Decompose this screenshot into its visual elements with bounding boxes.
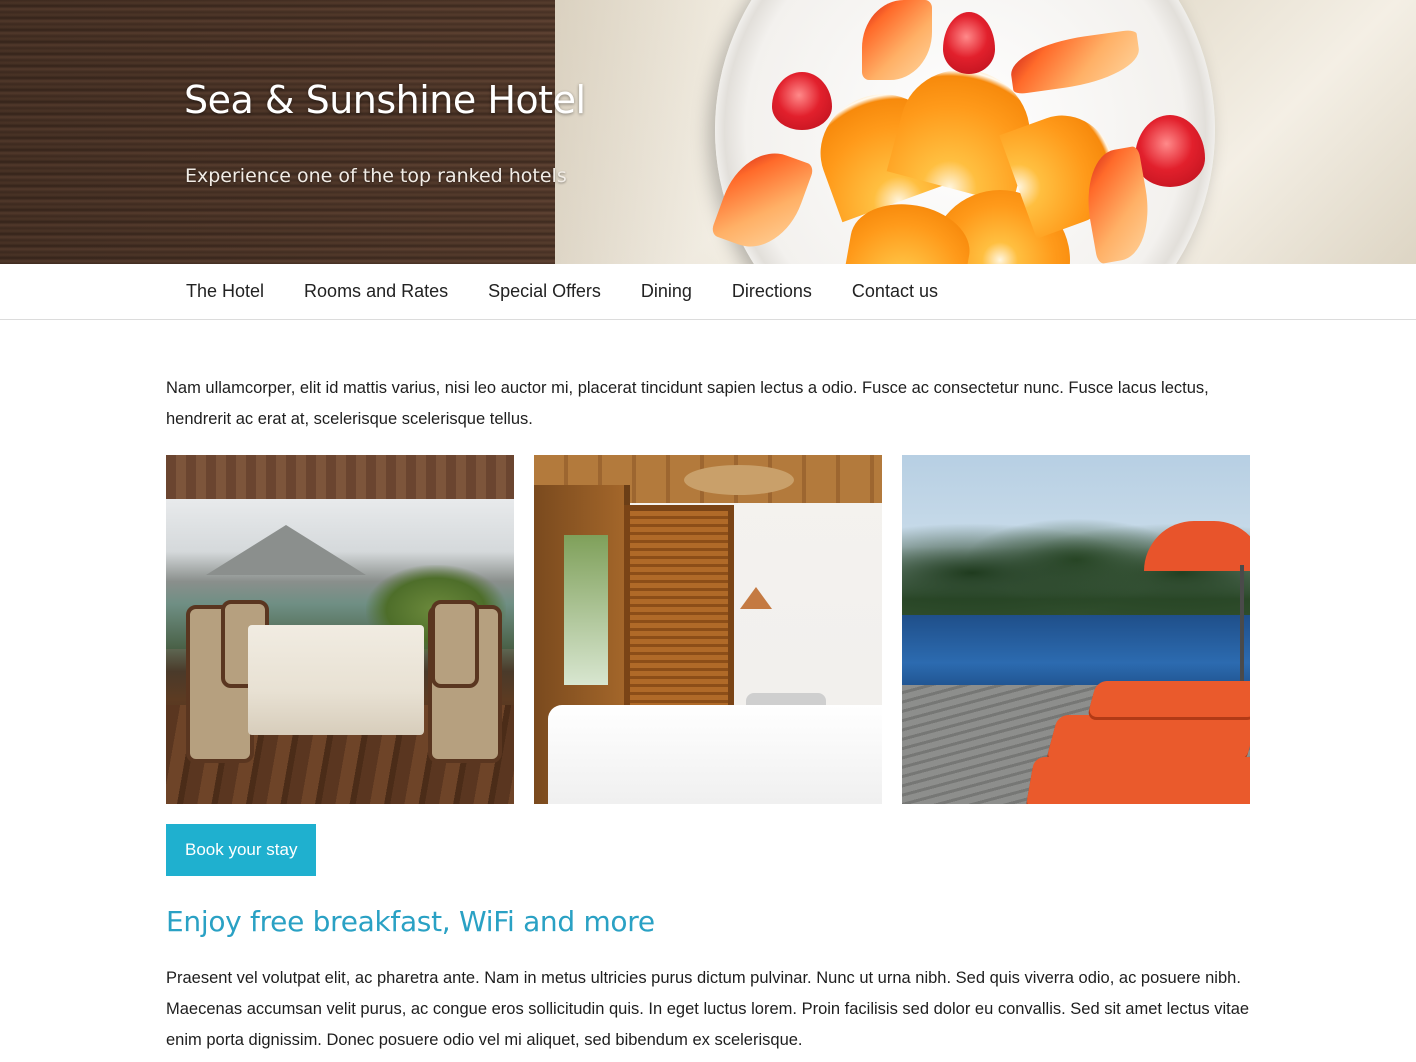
- window-blind: [166, 455, 514, 499]
- nav-item-directions[interactable]: Directions: [712, 264, 832, 319]
- sun-lounger: [1045, 715, 1250, 761]
- nav-item-special-offers[interactable]: Special Offers: [468, 264, 621, 319]
- wall-lamp: [740, 587, 772, 609]
- ceiling-fan: [684, 465, 794, 495]
- bed: [548, 705, 882, 804]
- nav-item-contact-us[interactable]: Contact us: [832, 264, 958, 319]
- main-content: Nam ullamcorper, elit id mattis varius, …: [0, 373, 1416, 1056]
- nav-item-the-hotel[interactable]: The Hotel: [166, 264, 284, 319]
- bedroom-photo: [534, 455, 882, 804]
- hero-banner: Sea & Sunshine Hotel Experience one of t…: [0, 0, 1416, 264]
- book-your-stay-button[interactable]: Book your stay: [166, 824, 317, 876]
- parasol-pole: [1240, 565, 1244, 685]
- section-heading: Enjoy free breakfast, WiFi and more: [166, 905, 655, 938]
- door-glass: [564, 535, 608, 685]
- body-paragraph: Praesent vel volutpat elit, ac pharetra …: [166, 969, 1250, 1049]
- photo-gallery: [166, 455, 1250, 804]
- chair: [431, 600, 479, 688]
- main-navigation: The Hotel Rooms and Rates Special Offers…: [0, 264, 1416, 320]
- site-title: Sea & Sunshine Hotel: [184, 78, 586, 122]
- nav-item-rooms-and-rates[interactable]: Rooms and Rates: [284, 264, 468, 319]
- sun-lounger: [1087, 681, 1250, 717]
- sun-lounger: [1025, 757, 1250, 804]
- mountain: [206, 525, 366, 575]
- site-tagline: Experience one of the top ranked hotels: [185, 165, 567, 187]
- dining-table: [248, 625, 424, 735]
- dining-room-photo: [166, 455, 514, 804]
- pool-photo: [902, 455, 1250, 804]
- intro-paragraph: Nam ullamcorper, elit id mattis varius, …: [166, 379, 1209, 428]
- nav-item-dining[interactable]: Dining: [621, 264, 712, 319]
